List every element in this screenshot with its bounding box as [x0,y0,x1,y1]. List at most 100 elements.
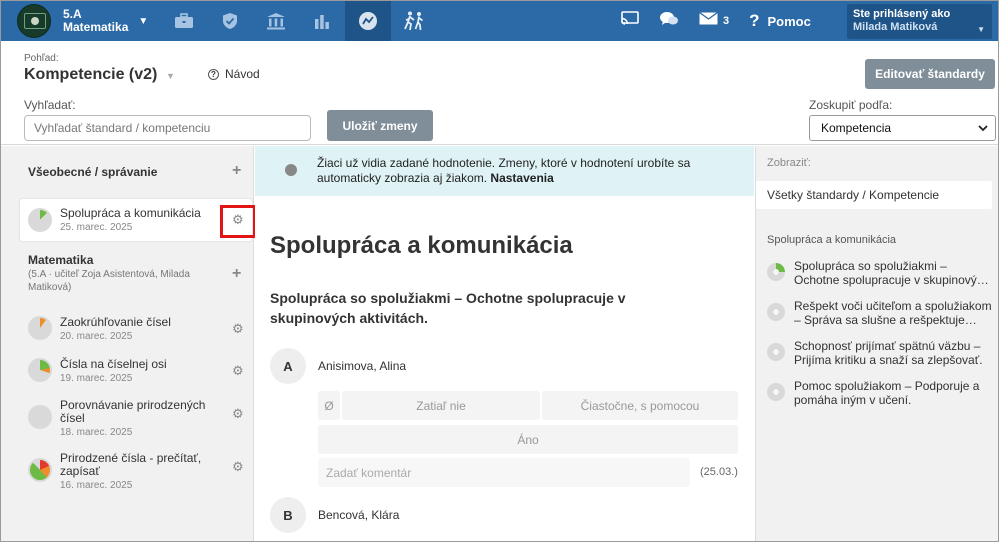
student-name: Anisimova, Alina [318,359,407,373]
progress-pie-icon [767,383,785,401]
edit-standards-button[interactable]: Editovať štandardy [865,59,995,89]
sidebar-item-date: 19. marec. 2025 [60,373,133,384]
student-avatar: B [270,497,306,533]
student-row: B Bencová, Klára [270,497,740,537]
add-math-icon[interactable]: + [232,265,241,283]
standard-list-item[interactable]: Pomoc spolužiakom – Podporuje a pomáha i… [767,379,997,411]
group-by-select[interactable]: Kompetencia [809,115,996,141]
chat-icon [659,11,679,32]
help-label: Pomoc [767,13,811,29]
page-title: Spolupráca a komunikácia [270,232,573,259]
search-input[interactable] [24,115,311,141]
chat-button[interactable] [659,11,679,32]
group-by-value: Kompetencia [821,121,892,135]
show-filter-option[interactable]: Všetky štandardy / Kompetencie [756,181,992,209]
gear-icon[interactable]: ⚙ [232,321,244,337]
caret-down-icon[interactable]: ▼ [166,71,175,81]
sidebar-item-date: 18. marec. 2025 [60,427,133,438]
guide-link[interactable]: ? Návod [208,67,260,81]
progress-pie-icon [767,263,785,281]
comment-input[interactable]: Zadať komentár [318,458,690,487]
section-note-math: (5.A · učiteľ Zoja Asistentová, Milada M… [28,269,190,293]
cast-button[interactable] [621,11,639,31]
globe-icon [285,164,297,176]
sidebar-item-zaokruhlovanie[interactable]: Zaokrúhľovanie čísel 20. marec. 2025 ⚙ [20,311,252,345]
gear-icon[interactable]: ⚙ [232,406,244,422]
sidebar-item-title: Zaokrúhľovanie čísel [60,315,171,329]
briefcase-icon[interactable] [161,1,207,41]
student-name: Bencová, Klára [318,508,400,522]
sidebar-item-title: Porovnávanie prirodzených čísel [60,398,206,425]
chevron-down-icon [977,122,989,137]
group-by-label: Zoskupiť podľa: [809,98,893,112]
hiking-icon[interactable] [391,1,437,41]
standard-title: Spolupráca so spolužiakmi – Ochotne spol… [270,290,626,326]
cast-icon [621,11,639,31]
progress-pie-icon [28,458,52,482]
add-general-icon[interactable]: + [232,162,241,180]
sidebar-item-prirodzene-cisla[interactable]: Prirodzené čísla - prečítať, zapísať 16.… [20,449,252,493]
comment-date: (25.03.) [700,466,738,478]
rating-option-yes[interactable]: Áno [318,425,738,454]
sidebar-item-title: Čísla na číselnej osi [60,357,167,371]
user-label: Ste prihlásený ako [853,8,951,20]
guide-label: Návod [225,67,260,81]
standard-list-item-label: Spolupráca so spolužiakmi – Ochotne spol… [794,259,989,287]
app-window: 5.A Matematika ▼ 3 ? Pomoc Ste prihlásen… [0,0,999,542]
left-sidebar: Všeobecné / správanie + Spolupráca a kom… [1,146,254,541]
help-button[interactable]: ? Pomoc [749,11,811,31]
progress-pie-icon [767,343,785,361]
notice-settings-link[interactable]: Nastavenia [490,171,553,185]
caret-down-icon: ▼ [138,15,149,27]
class-subject: Matematika [63,20,129,34]
right-section-title: Spolupráca a komunikácia [767,234,897,246]
standard-list-item[interactable]: Spolupráca so spolužiakmi – Ochotne spol… [767,259,997,291]
sidebar-item-porovnavanie[interactable]: Porovnávanie prirodzených čísel 18. mare… [20,396,252,440]
rating-option-not-yet[interactable]: Zatiaľ nie [342,391,540,420]
gear-icon[interactable]: ⚙ [232,363,244,379]
highlight-box [220,205,256,238]
top-navigation-bar: 5.A Matematika ▼ 3 ? Pomoc Ste prihlásen… [1,1,998,41]
institution-icon[interactable] [253,1,299,41]
caret-down-icon: ▼ [977,25,985,34]
mail-button[interactable]: 3 [699,11,729,30]
progress-pie-icon [28,358,52,382]
student-avatar: A [270,348,306,384]
sidebar-item-cisla-na-osi[interactable]: Čísla na číselnej osi 19. marec. 2025 ⚙ [20,353,252,387]
page-header: Pohľad: Kompetencie (v2) ▼ ? Návod Edito… [1,41,998,145]
mail-icon [699,11,718,30]
rating-option-partially[interactable]: Čiastočne, s pomocou [542,391,738,420]
notice-text-wrapper: Žiaci už vidia zadané hodnotenie. Zmeny,… [317,156,737,186]
user-menu[interactable]: Ste prihlásený ako Milada Matiková ▼ [847,4,992,39]
topbar-tools: 3 ? Pomoc [601,1,811,41]
gear-icon[interactable]: ⚙ [232,459,244,475]
show-label: Zobraziť: [767,157,811,169]
question-circle-icon: ? [208,68,219,80]
sidebar-item-date: 25. marec. 2025 [60,222,133,233]
standard-list-item-label: Rešpekt voči učiteľom a spolužiakom – Sp… [794,299,992,327]
standard-list-item-label: Pomoc spolužiakom – Podporuje a pomáha i… [794,379,980,407]
class-label: 5.A Matematika [63,8,128,34]
sidebar-item-spolupraca[interactable]: Spolupráca a komunikácia 25. marec. 2025… [20,199,252,241]
sidebar-item-date: 16. marec. 2025 [60,480,133,491]
standard-list-item-label: Schopnosť prijímať spätnú väzbu – Prijím… [794,339,983,367]
bar-chart-icon[interactable] [299,1,345,41]
progress-pie-icon [28,208,52,232]
rating-option-none[interactable]: Ø [318,391,340,420]
user-name: Milada Matiková [853,21,938,33]
section-title-math: Matematika [28,253,94,267]
view-label: Pohľad: [24,53,59,64]
question-icon: ? [749,11,760,30]
shield-icon[interactable] [207,1,253,41]
main-content: Žiaci už vidia zadané hodnotenie. Zmeny,… [255,146,754,541]
sidebar-item-title: Prirodzené čísla - prečítať, zapísať [60,451,202,478]
standard-list-item[interactable]: Rešpekt voči učiteľom a spolužiakom – Sp… [767,299,997,331]
progress-pie-icon [28,405,52,429]
competence-icon[interactable] [345,1,391,41]
view-title-dropdown[interactable]: Kompetencie (v2) [24,66,157,84]
save-changes-button[interactable]: Uložiť zmeny [327,110,433,141]
module-nav [161,1,437,41]
student-row: A Anisimova, Alina Ø Zatiaľ nie Čiastočn… [270,348,740,518]
class-switcher[interactable]: 5.A Matematika ▼ [1,1,148,41]
standard-list-item[interactable]: Schopnosť prijímať spätnú väzbu – Prijím… [767,339,997,371]
